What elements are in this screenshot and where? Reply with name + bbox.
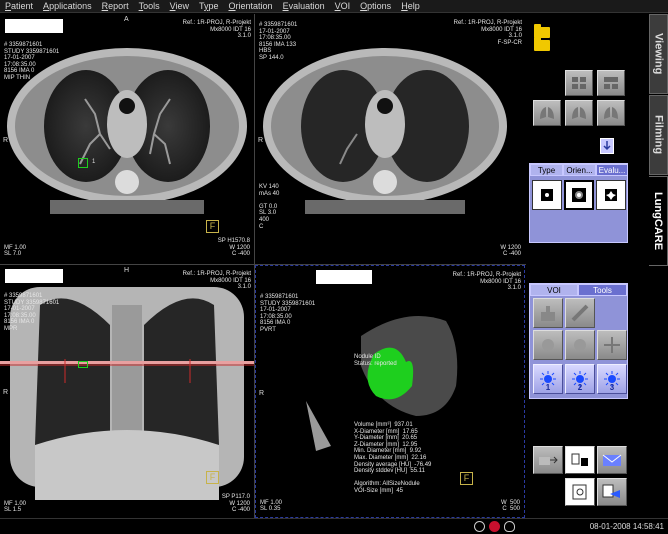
nodule-roi-box[interactable]: [78, 361, 88, 368]
menu-item-options[interactable]: Options: [355, 0, 396, 13]
viewport-axial[interactable]: Ref.: 1R-PROJ, R-Projekt Mx8000 IDT 16 3…: [255, 14, 525, 264]
tab-tools[interactable]: Tools: [578, 284, 627, 296]
orientation-cube-icon: F: [206, 471, 219, 484]
viewport-info-left: # 3359871601 STUDY 3359871601 17-01-2007…: [260, 294, 316, 333]
viewport-scan-params: KV 140 mAs 40 GT 0.0 SL 3.0 400 C: [259, 184, 280, 230]
render-vrt-button[interactable]: [596, 180, 626, 210]
lung-left-button[interactable]: [597, 100, 625, 126]
nodule-roi-box[interactable]: [78, 158, 88, 168]
report-button[interactable]: [565, 478, 595, 506]
viewport-nodule-vrt[interactable]: Ref.: 1R-PROJ, R-Projekt Mx8000 IDT 16 3…: [255, 265, 525, 518]
lung-right-button[interactable]: [565, 100, 593, 126]
folder-icon[interactable]: [534, 37, 550, 51]
viewport-footer-left: MF 1.00 SL 1.5: [4, 500, 27, 514]
voi-segment-add-button[interactable]: [565, 330, 595, 360]
nodule-roi-label: 1: [92, 159, 96, 165]
menu-item-view[interactable]: View: [165, 0, 194, 13]
voi-light-2-button[interactable]: 2: [565, 364, 595, 394]
orientation-marker-top: H: [124, 267, 130, 274]
menu-item-help[interactable]: Help: [396, 0, 425, 13]
render-mip-button[interactable]: [564, 180, 594, 210]
mail-button[interactable]: [597, 446, 627, 474]
tab-voi[interactable]: VOI: [530, 284, 578, 296]
voi-crosshair-button[interactable]: [597, 330, 627, 360]
menu-item-orientation[interactable]: Orientation: [224, 0, 278, 13]
tab-filming[interactable]: Filming: [649, 95, 668, 175]
menu-item-patient[interactable]: Patient: [0, 0, 38, 13]
lungs-both-button[interactable]: [533, 100, 561, 126]
orientation-marker-top: A: [124, 16, 129, 23]
viewport-footer-right: W 500 C 500: [500, 499, 520, 513]
voi-light-number: 1: [545, 383, 551, 392]
anonymized-name-box: [316, 270, 372, 284]
orientation-marker-right: R: [3, 137, 9, 144]
viewport-info-left: # 3359871601 STUDY 3359871601 17-01-2007…: [4, 293, 60, 332]
viewport-footer-left: MF 1.00 SL 0.35: [260, 499, 283, 513]
voi-light-1-button[interactable]: 1: [533, 364, 563, 394]
viewport-footer-right: SP H1570.8 W 1200 C -400: [217, 238, 250, 258]
layout-1x2-button[interactable]: [597, 70, 625, 96]
clock-icon: [474, 521, 485, 532]
orientation-marker-right: R: [3, 389, 9, 396]
viewport-header-right: Ref.: 1R-PROJ, R-Projekt Mx8000 IDT 16 3…: [453, 20, 522, 46]
menu-item-tools[interactable]: Tools: [134, 0, 165, 13]
film-transfer-button[interactable]: [565, 446, 595, 474]
status-bar: 08-01-2008 14:58:41: [0, 518, 668, 534]
voi-light-number: 3: [609, 383, 615, 392]
save-series-button[interactable]: [597, 478, 627, 506]
orientation-cube-icon: F: [206, 220, 219, 233]
nodule-status-label: Nodule ID Status: reported: [354, 354, 397, 367]
nodule-measurements: Volume [mm³] 937.01 X-Diameter [mm] 17.6…: [354, 422, 432, 494]
menu-item-evaluation[interactable]: Evaluation: [278, 0, 330, 13]
viewport-footer-right: W 1200 C -400: [500, 244, 521, 258]
voi-tabs: VOI Tools: [530, 284, 627, 296]
viewport-info-left: # 3359871601 STUDY 3359871601 17-01-2007…: [4, 42, 60, 81]
tab-lungcare[interactable]: LungCARE: [649, 176, 668, 266]
tab-evaluation[interactable]: Evalu...: [596, 164, 628, 176]
orientation-marker-right: R: [258, 137, 264, 144]
type-tabs: Type Orien... Evalu...: [530, 164, 628, 176]
voi-light-number: 2: [577, 383, 583, 392]
viewport-header-right: Ref.: 1R-PROJ, R-Projekt Mx8000 IDT 16 3…: [452, 272, 521, 292]
tab-viewing[interactable]: Viewing: [649, 14, 668, 94]
viewport-footer-right: SP P117.0 W 1200 C -400: [221, 494, 250, 514]
export-button[interactable]: [533, 446, 563, 474]
anonymized-name-box: [5, 19, 63, 33]
help-icon[interactable]: [504, 521, 515, 532]
voi-shape-button[interactable]: [533, 298, 563, 328]
tab-type[interactable]: Type: [530, 164, 563, 176]
menu-item-voi[interactable]: VOI: [330, 0, 356, 13]
menu-item-report[interactable]: Report: [97, 0, 134, 13]
viewport-coronal-mpr[interactable]: Ref.: 1R-PROJ, R-Projekt Mx8000 IDT 16 3…: [0, 265, 254, 518]
orientation-marker-right: R: [259, 390, 265, 397]
render-mpr-button[interactable]: [532, 180, 562, 210]
anonymized-name-box: [5, 269, 63, 283]
menu-item-type[interactable]: Type: [194, 0, 224, 13]
system-status-icon[interactable]: [489, 521, 500, 532]
viewport-info-left: # 3359871601 17-01-2007 17:08:35.00 8156…: [259, 22, 298, 61]
voi-light-3-button[interactable]: 3: [597, 364, 627, 394]
viewport-footer-left: MF 1.00 SL 7.0: [4, 244, 27, 258]
viewport-header-right: Ref.: 1R-PROJ, R-Projekt Mx8000 IDT 16 3…: [182, 20, 251, 40]
viewport-header-right: Ref.: 1R-PROJ, R-Projekt Mx8000 IDT 16 3…: [182, 271, 251, 291]
menu-bar: Patient Applications Report Tools View Type Or…: [0, 0, 668, 13]
voi-segment-button[interactable]: [533, 330, 563, 360]
viewport-axial-mip[interactable]: Ref.: 1R-PROJ, R-Projekt Mx8000 IDT 16 3…: [0, 14, 254, 264]
layout-2x2-button[interactable]: [565, 70, 593, 96]
status-datetime: 08-01-2008 14:58:41: [589, 522, 664, 531]
menu-item-applications[interactable]: Applications: [38, 0, 97, 13]
download-icon[interactable]: [600, 138, 614, 154]
tab-orientation[interactable]: Orien...: [563, 164, 596, 176]
orientation-cube-icon: F: [460, 472, 473, 485]
voi-ruler-button[interactable]: [565, 298, 595, 328]
